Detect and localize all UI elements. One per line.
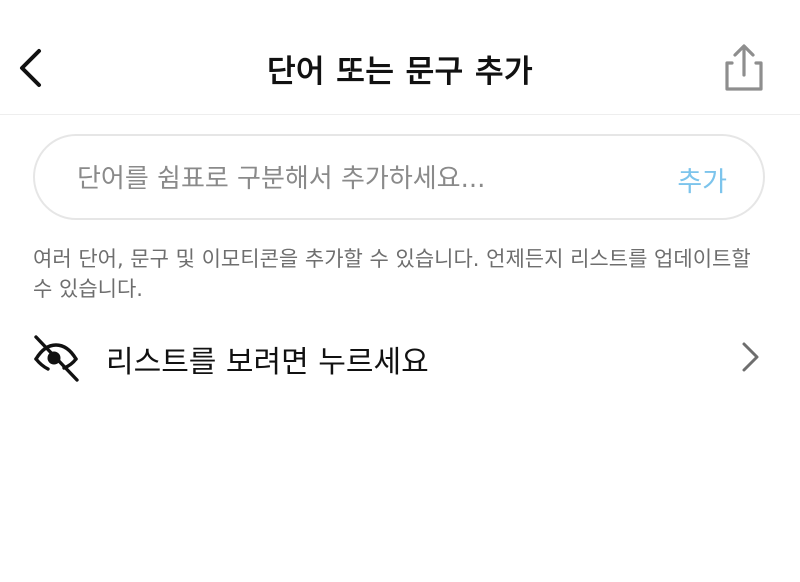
page: 단어 또는 문구 추가 추가 여러 단어, 문구 및 이모티콘을 추가할 수 있… bbox=[0, 0, 800, 582]
share-button[interactable] bbox=[718, 40, 770, 96]
page-title: 단어 또는 문구 추가 bbox=[266, 54, 534, 90]
share-icon bbox=[725, 44, 763, 91]
word-input-container: 추가 bbox=[33, 134, 765, 220]
add-button[interactable]: 추가 bbox=[677, 160, 727, 199]
view-list-label: 리스트를 보려면 누르세요 bbox=[106, 345, 429, 380]
eye-off-icon bbox=[34, 335, 79, 382]
helper-text: 여러 단어, 문구 및 이모티콘을 추가할 수 있습니다. 언제든지 리스트를 … bbox=[33, 247, 751, 301]
word-input[interactable] bbox=[75, 156, 639, 202]
header: 단어 또는 문구 추가 bbox=[0, 0, 800, 115]
view-list-row[interactable]: 리스트를 보려면 누르세요 bbox=[0, 320, 800, 392]
chevron-right-icon bbox=[742, 342, 759, 372]
